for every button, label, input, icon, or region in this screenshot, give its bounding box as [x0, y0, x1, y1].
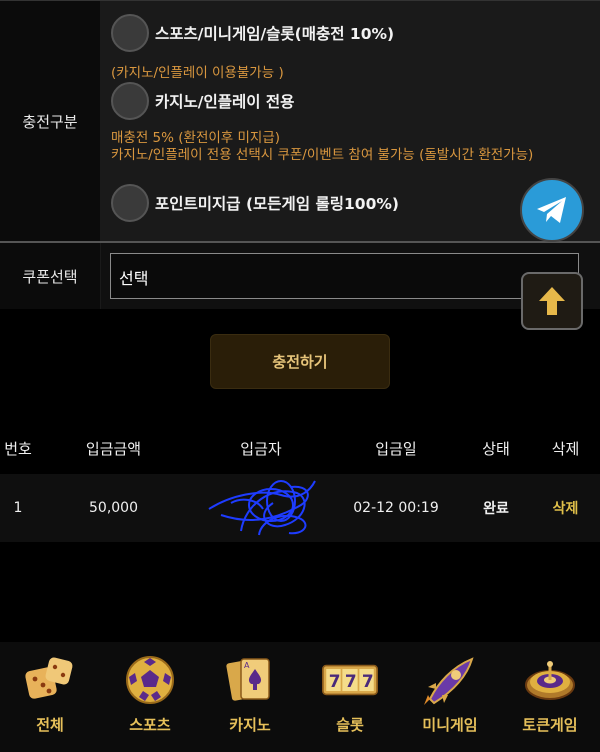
nav-label: 미니게임 — [422, 716, 478, 734]
dice-icon — [22, 652, 78, 708]
nav-sports[interactable]: 스포츠 — [100, 642, 200, 752]
svg-text:7: 7 — [362, 671, 374, 691]
cell-status: 완료 — [483, 501, 509, 517]
cell-depositor — [191, 475, 331, 541]
coupon-label: 쿠폰선택 — [0, 243, 101, 309]
option-note: 매충전 5% (환전이후 미지급) — [111, 130, 281, 146]
header-depositor: 입금자 — [240, 439, 282, 458]
nav-all[interactable]: 전체 — [0, 642, 100, 752]
cell-amount: 50,000 — [89, 500, 138, 516]
slot-777-icon: 7 7 7 — [322, 652, 378, 708]
nav-minigame[interactable]: 미니게임 — [400, 642, 500, 752]
svg-text:7: 7 — [329, 671, 341, 691]
option-no-points[interactable]: 포인트미지급 (모든게임 롤링100%) — [111, 184, 399, 222]
option-sports-mini-slot[interactable]: 스포츠/미니게임/슬롯(매충전 10%) — [111, 14, 394, 52]
header-date: 입금일 — [375, 439, 417, 458]
svg-text:7: 7 — [345, 671, 357, 691]
nav-label: 스포츠 — [129, 716, 171, 734]
option-label: 카지노/인플레이 전용 — [155, 93, 295, 111]
arrow-up-icon — [539, 287, 565, 315]
charge-type-row: 충전구분 스포츠/미니게임/슬롯(매충전 10%) (카지노/인플레이 이용불가… — [0, 0, 600, 243]
nav-label: 슬롯 — [336, 716, 364, 734]
header-delete: 삭제 — [551, 439, 580, 458]
rocket-icon — [422, 652, 478, 708]
cell-date: 02-12 00:19 — [353, 500, 439, 516]
header-status: 상태 — [482, 439, 510, 458]
nav-slot[interactable]: 7 7 7 슬롯 — [300, 642, 400, 752]
redacted-scribble — [208, 480, 316, 536]
table-header: 번호 입금금액 입금자 입금일 상태 삭제 — [0, 422, 600, 474]
playing-cards-icon: A — [222, 652, 278, 708]
soccer-ball-icon — [122, 652, 178, 708]
scroll-top-button[interactable] — [521, 272, 583, 330]
charge-button[interactable]: 충전하기 — [210, 334, 390, 389]
coupon-row: 쿠폰선택 선택 — [0, 243, 600, 309]
nav-label: 카지노 — [229, 716, 271, 734]
radio-button[interactable] — [111, 82, 149, 120]
option-note: 카지노/인플레이 전용 선택시 쿠폰/이벤트 참여 불가능 (돌발시간 환전가능… — [111, 147, 534, 163]
header-amount: 입금금액 — [85, 439, 142, 458]
header-no: 번호 — [4, 439, 32, 458]
delete-button[interactable]: 삭제 — [531, 498, 600, 518]
radio-button[interactable] — [111, 14, 149, 52]
charge-type-label: 충전구분 — [0, 1, 101, 241]
telegram-button[interactable] — [520, 178, 584, 242]
nav-label: 토큰게임 — [522, 716, 578, 734]
table-row: 1 50,000 02-12 00:19 완료 삭제 — [0, 474, 600, 542]
radio-button[interactable] — [111, 184, 149, 222]
roulette-icon — [522, 652, 578, 708]
nav-casino[interactable]: A 카지노 — [200, 642, 300, 752]
option-casino-inplay[interactable]: 카지노/인플레이 전용 — [111, 82, 294, 120]
coupon-select[interactable]: 선택 — [110, 253, 579, 299]
telegram-icon — [537, 197, 566, 223]
option-label: 포인트미지급 (모든게임 롤링100%) — [155, 195, 399, 213]
cell-no: 1 — [13, 500, 23, 516]
deposit-table: 번호 입금금액 입금자 입금일 상태 삭제 1 50,000 02-12 00:… — [0, 422, 600, 542]
option-note: (카지노/인플레이 이용불가능 ) — [111, 65, 284, 81]
nav-label: 전체 — [36, 716, 64, 734]
bottom-nav: 전체 스포츠 A 카지노 7 7 7 슬롯 미니게임 토큰게임 — [0, 642, 600, 752]
option-label: 스포츠/미니게임/슬롯(매충전 10%) — [155, 25, 395, 43]
nav-token-game[interactable]: 토큰게임 — [500, 642, 600, 752]
svg-text:A: A — [244, 661, 250, 670]
